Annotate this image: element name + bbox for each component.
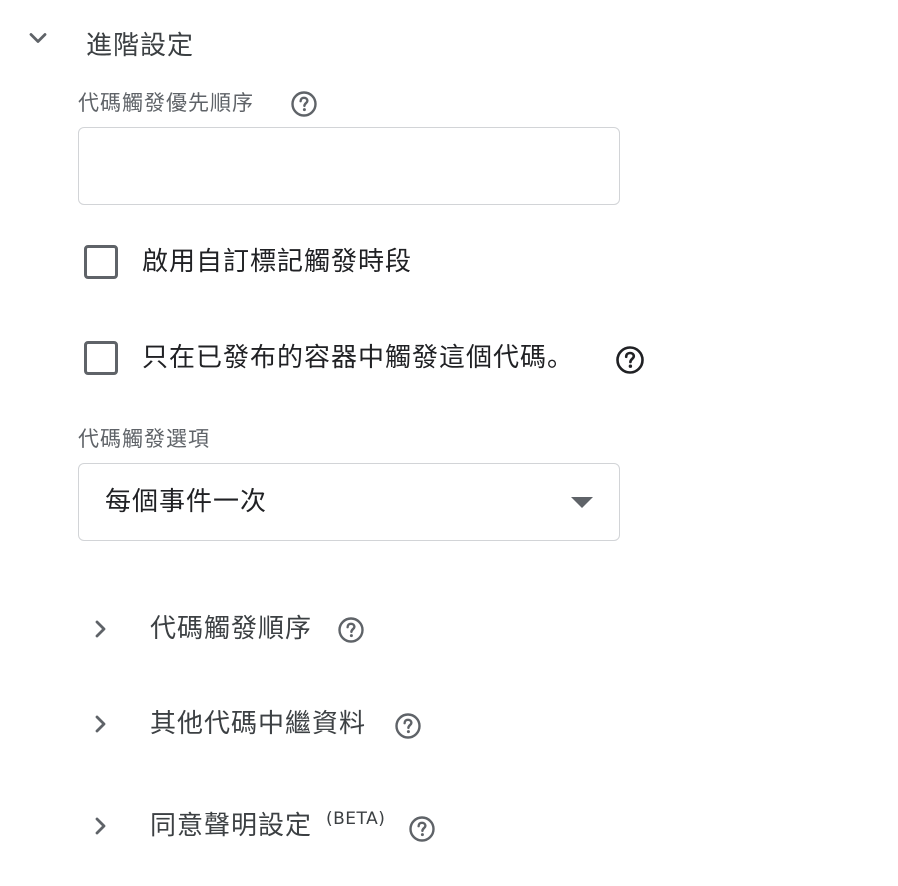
advanced-settings-header[interactable]: 進階設定 bbox=[0, 10, 400, 64]
chevron-right-icon[interactable] bbox=[88, 712, 112, 736]
help-circle-icon[interactable] bbox=[290, 90, 318, 118]
dropdown-arrow-icon bbox=[571, 497, 593, 508]
tag-sequencing-title: 代碼觸發順序 bbox=[150, 614, 313, 644]
additional-metadata-section[interactable]: 其他代碼中繼資料 bbox=[80, 696, 580, 752]
firing-options-value: 每個事件一次 bbox=[105, 487, 268, 517]
additional-metadata-title: 其他代碼中繼資料 bbox=[150, 709, 367, 739]
published-only-label[interactable]: 只在已發布的容器中觸發這個代碼。 bbox=[142, 340, 574, 376]
firing-options-select[interactable]: 每個事件一次 bbox=[78, 463, 620, 541]
custom-schedule-checkbox[interactable] bbox=[84, 245, 118, 279]
custom-schedule-label[interactable]: 啟用自訂標記觸發時段 bbox=[142, 244, 412, 280]
chevron-right-icon[interactable] bbox=[88, 617, 112, 641]
help-circle-icon[interactable] bbox=[408, 815, 436, 843]
help-circle-icon[interactable] bbox=[337, 616, 365, 644]
beta-badge: (BETA) bbox=[326, 809, 386, 829]
help-circle-icon[interactable] bbox=[394, 712, 422, 740]
help-circle-icon[interactable] bbox=[614, 344, 646, 376]
published-only-checkbox[interactable] bbox=[84, 341, 118, 375]
chevron-down-icon[interactable] bbox=[26, 26, 50, 50]
priority-input[interactable] bbox=[78, 127, 620, 205]
tag-sequencing-section[interactable]: 代碼觸發順序 bbox=[80, 601, 580, 657]
firing-options-label: 代碼觸發選項 bbox=[78, 427, 210, 451]
section-title: 進階設定 bbox=[86, 31, 195, 61]
chevron-right-icon[interactable] bbox=[88, 814, 112, 838]
priority-label: 代碼觸發優先順序 bbox=[78, 91, 254, 115]
consent-settings-title: 同意聲明設定 bbox=[150, 811, 313, 841]
